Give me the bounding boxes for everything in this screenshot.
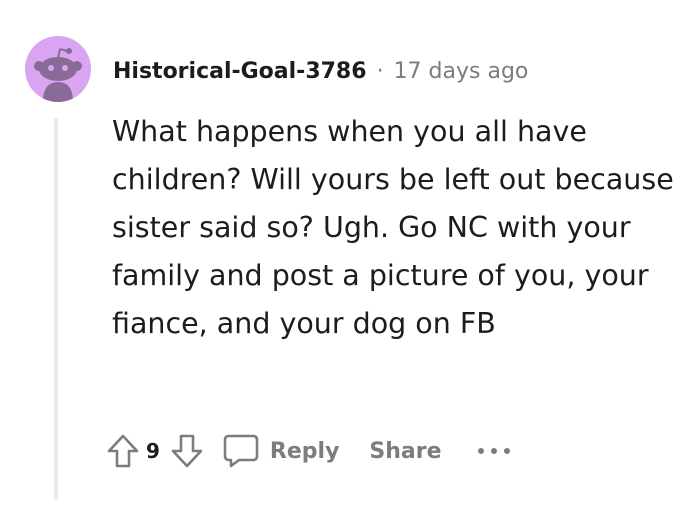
comment-actions: 9 Reply Share bbox=[106, 426, 512, 476]
more-options-button[interactable] bbox=[476, 446, 512, 456]
thread-line[interactable] bbox=[54, 118, 58, 500]
comment-meta: Historical-Goal-3786 · 17 days ago bbox=[113, 55, 528, 87]
reply-label: Reply bbox=[269, 438, 340, 464]
meta-separator: · bbox=[376, 58, 384, 84]
share-button[interactable]: Share bbox=[369, 439, 441, 464]
comment-body: What happens when you all have children?… bbox=[112, 115, 674, 340]
timestamp[interactable]: 17 days ago bbox=[394, 59, 529, 84]
vote-score: 9 bbox=[146, 439, 160, 463]
downvote-button[interactable] bbox=[170, 433, 204, 469]
arrow-up-icon bbox=[107, 434, 139, 468]
comment: Historical-Goal-3786 · 17 days ago What … bbox=[0, 0, 700, 507]
ellipsis-icon bbox=[477, 448, 510, 454]
upvote-button[interactable] bbox=[106, 433, 140, 469]
speech-bubble-icon bbox=[223, 434, 259, 468]
avatar[interactable] bbox=[25, 36, 91, 102]
arrow-down-icon bbox=[171, 434, 203, 468]
author-name[interactable]: Historical-Goal-3786 bbox=[113, 59, 367, 84]
reply-button[interactable]: Reply bbox=[222, 433, 340, 469]
snoo-avatar-icon bbox=[25, 36, 91, 102]
